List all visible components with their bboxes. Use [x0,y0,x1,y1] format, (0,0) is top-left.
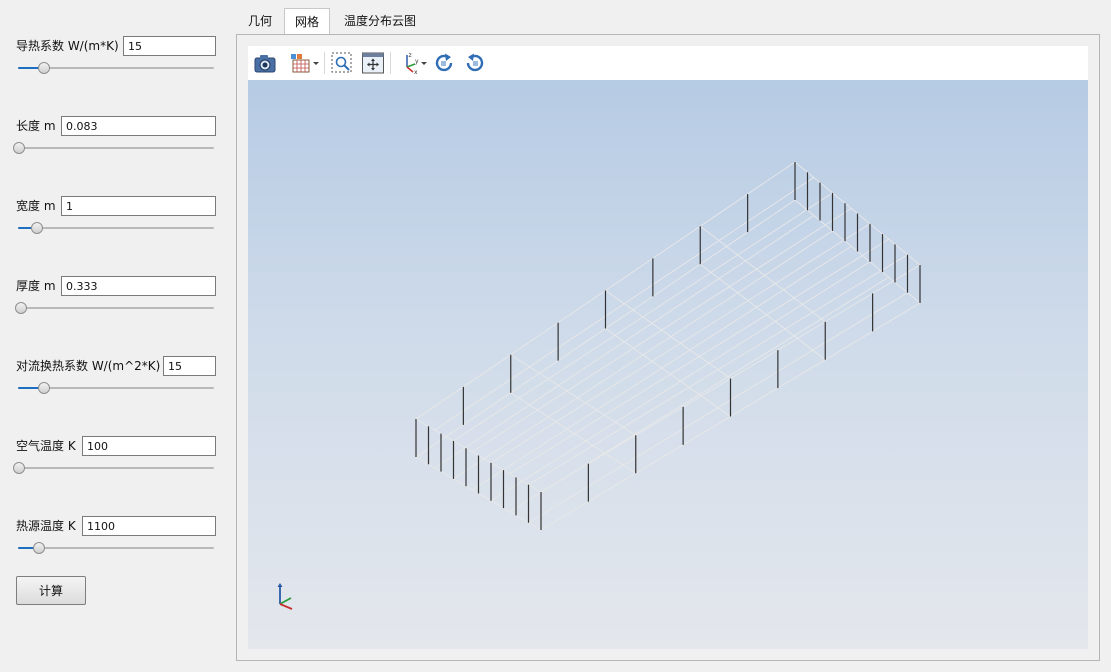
heat-source-temperature-slider[interactable] [18,542,214,554]
param-label: 厚度 m [16,279,56,293]
width-slider[interactable] [18,222,214,234]
air-temperature-slider[interactable] [13,462,214,474]
param-convection-coefficient: 对流换热系数 W/(m^2*K) [16,356,216,396]
mesh-edge [699,263,826,361]
convection-coefficient-field[interactable] [163,356,216,376]
param-label: 长度 m [16,119,56,133]
slider-thumb[interactable] [32,542,45,554]
param-label: 空气温度 K [16,439,76,453]
thickness-field[interactable] [61,276,216,296]
slider-thumb[interactable] [14,302,27,314]
heat-source-temperature-field[interactable] [82,516,216,536]
param-label: 宽度 m [16,199,56,213]
param-air-temperature: 空气温度 K [13,436,216,476]
thermal-conductivity-slider[interactable] [18,62,214,74]
toolbar-separator [390,52,391,74]
svg-text:y: y [415,58,419,65]
param-label: 热源温度 K [16,519,76,533]
rotate-cw-icon[interactable] [432,51,456,75]
slider-thumb[interactable] [38,62,51,74]
mesh-wireframe [415,161,921,531]
calculate-button[interactable]: 计算 [16,576,86,605]
param-label: 导热系数 W/(m*K) [16,39,119,53]
fit-view-icon[interactable] [361,51,385,75]
tab-geometry[interactable]: 几何 [238,8,282,34]
thickness-slider[interactable] [14,302,214,314]
length-field[interactable] [61,116,216,136]
length-slider[interactable] [13,142,214,154]
mesh-edge [510,354,636,436]
zoom-box-icon[interactable] [330,51,354,75]
tab-mesh[interactable]: 网格 [284,8,331,34]
rotate-ccw-icon[interactable] [463,51,487,75]
svg-text:x: x [414,69,418,75]
slider-thumb[interactable] [13,462,25,474]
axes-view-icon[interactable]: z y x [400,51,428,75]
param-heat-source-temperature: 热源温度 K [16,516,216,556]
param-thermal-conductivity: 导热系数 W/(m*K) [16,36,216,76]
tab-temperature-contour[interactable]: 温度分布云图 [334,8,426,34]
display-mode-icon[interactable] [288,51,320,75]
mesh-edge [699,225,826,323]
param-width: 宽度 m [16,196,216,236]
slider-thumb[interactable] [30,222,43,234]
toolbar-separator [324,52,325,74]
viewer-toolbar: z y x [248,46,1088,80]
param-length: 长度 m [13,116,216,156]
axes-triad-icon [277,583,293,610]
svg-text:z: z [409,52,412,59]
param-thickness: 厚度 m [14,276,216,316]
slider-thumb[interactable] [13,142,25,154]
mesh-edge [605,290,731,379]
thermal-conductivity-field[interactable] [123,36,216,56]
convection-coefficient-slider[interactable] [18,382,214,394]
mesh-viewport[interactable] [248,80,1088,649]
param-label: 对流换热系数 W/(m^2*K) [16,359,161,373]
air-temperature-field[interactable] [82,436,216,456]
camera-icon[interactable] [252,51,278,75]
width-field[interactable] [61,196,216,216]
slider-thumb[interactable] [38,382,51,394]
